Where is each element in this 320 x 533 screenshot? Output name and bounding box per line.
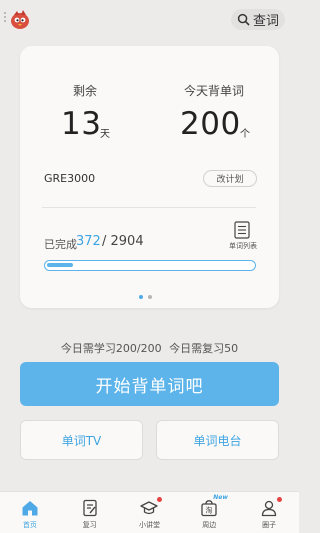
tab-label: 复习 xyxy=(82,521,97,529)
completed-count: 372 xyxy=(76,234,101,249)
today-words-unit: 个 xyxy=(240,129,250,140)
avatar[interactable] xyxy=(9,8,31,30)
daily-goal-text: 今日需学习200/200 今日需复习50 xyxy=(60,342,239,355)
svg-text:淘: 淘 xyxy=(206,506,213,515)
notification-dot xyxy=(277,497,283,502)
tab-label: 周边 xyxy=(202,521,217,529)
word-tv-button[interactable]: 单词TV xyxy=(20,420,143,460)
review-icon xyxy=(83,499,97,517)
today-words-value: 200 xyxy=(180,106,241,142)
remaining-days-label: 剩余 xyxy=(73,84,98,98)
change-plan-button[interactable]: 改计划 xyxy=(203,170,257,187)
study-plan-card[interactable]: 剩余 13 天 今天背单词 200 个 GRE3000 改计划 已完成 372 … xyxy=(20,46,279,308)
search-button-label: 查词 xyxy=(252,14,279,29)
remaining-days-unit: 天 xyxy=(100,129,110,140)
remaining-days-value: 13 xyxy=(61,106,102,142)
tab-label: 小讲堂 xyxy=(138,521,160,529)
tab-lecture[interactable]: 小讲堂 xyxy=(120,492,180,533)
pager-dot[interactable] xyxy=(148,295,152,299)
completed-label: 已完成 xyxy=(44,238,77,251)
word-list-button[interactable]: 单词列表 xyxy=(226,220,260,252)
today-words-label: 今天背单词 xyxy=(184,84,245,98)
notification-dot xyxy=(157,497,163,502)
tab-label: 首页 xyxy=(22,521,37,529)
pager-dot[interactable] xyxy=(139,295,143,299)
tab-community[interactable]: 圈子 xyxy=(239,492,299,533)
tab-merch[interactable]: 淘 New 周边 xyxy=(179,492,239,533)
shop-bag-icon: 淘 xyxy=(201,500,217,517)
new-badge: New xyxy=(213,494,228,501)
search-button[interactable]: 查词 xyxy=(231,9,285,30)
card-pager xyxy=(139,295,152,299)
tab-review[interactable]: 复习 xyxy=(60,492,120,533)
divider xyxy=(42,207,256,208)
total-words: / 2904 xyxy=(102,234,144,249)
tab-home[interactable]: 首页 xyxy=(0,492,60,533)
progress-bar xyxy=(44,260,256,271)
tab-label: 圈子 xyxy=(262,521,277,529)
progress-fill xyxy=(47,263,73,267)
top-bar: 查词 xyxy=(0,0,299,40)
word-list-icon xyxy=(234,221,250,239)
menu-dots-icon[interactable] xyxy=(4,12,8,24)
bottom-tab-bar: 首页 复习 小讲堂 淘 New 周边 圈子 xyxy=(0,491,299,533)
graduation-cap-icon xyxy=(140,501,159,515)
home-icon xyxy=(22,501,38,516)
word-radio-button[interactable]: 单词电台 xyxy=(156,420,279,460)
people-icon xyxy=(261,500,277,517)
plan-name: GRE3000 xyxy=(44,172,96,185)
start-studying-button[interactable]: 开始背单词吧 xyxy=(20,362,279,406)
search-icon xyxy=(237,13,250,26)
word-list-label: 单词列表 xyxy=(229,242,257,250)
